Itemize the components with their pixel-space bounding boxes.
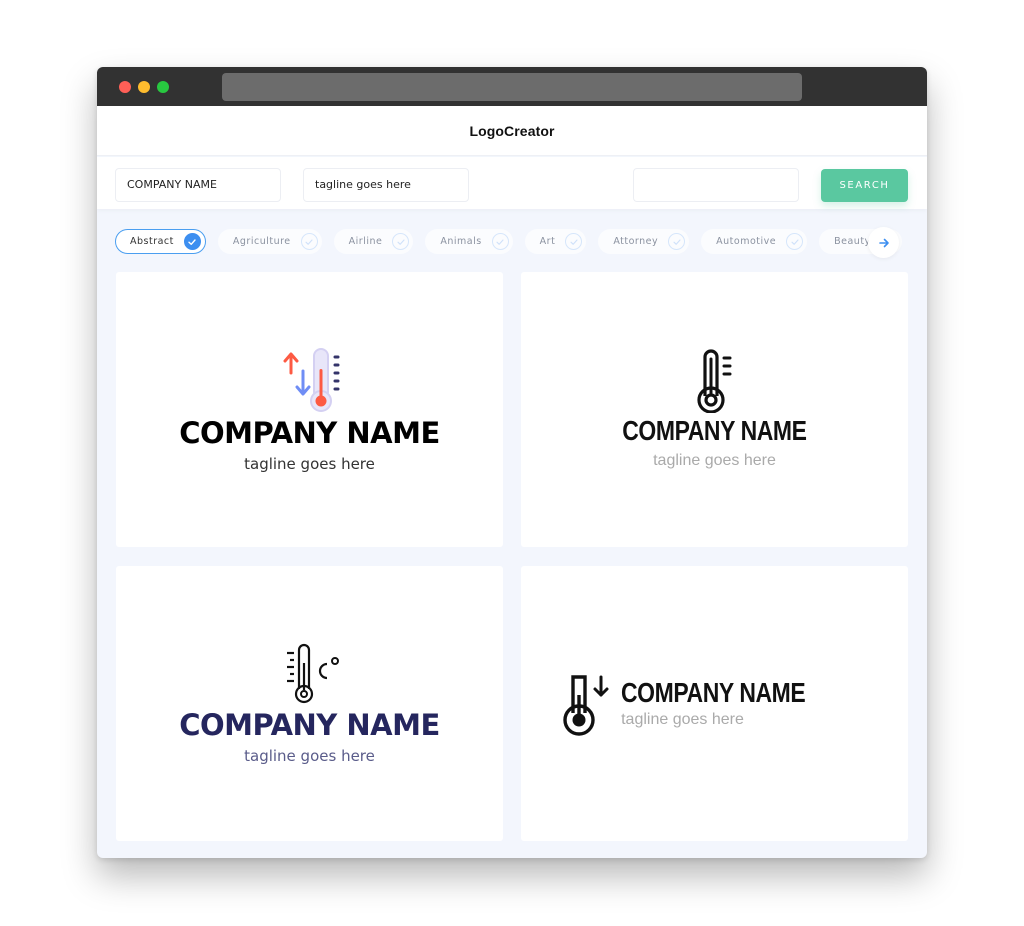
logo-tagline: tagline goes here xyxy=(244,454,375,473)
company-name-input[interactable]: COMPANY NAME xyxy=(115,168,281,202)
logo-company-name: COMPANY NAME xyxy=(621,676,806,708)
category-label: Beauty xyxy=(834,236,871,247)
category-chip-animals[interactable]: Animals xyxy=(425,229,513,254)
category-chip-airline[interactable]: Airline xyxy=(333,229,414,254)
category-chip-attorney[interactable]: Attorney xyxy=(598,229,690,254)
check-icon xyxy=(786,233,804,250)
category-filter-list: Abstract Agriculture Airline Animals Art… xyxy=(115,229,915,254)
logo-text: COMPANY NAME tagline goes here xyxy=(621,676,846,729)
thermometer-celsius-icon xyxy=(286,643,339,703)
category-label: Animals xyxy=(440,236,482,247)
search-bar: COMPANY NAME tagline goes here SEARCH xyxy=(97,157,927,209)
category-chip-automotive[interactable]: Automotive xyxy=(701,229,808,254)
thermometer-outline-icon xyxy=(696,349,731,413)
category-chip-agriculture[interactable]: Agriculture xyxy=(217,229,322,254)
check-icon xyxy=(565,233,583,250)
thermometer-down-icon xyxy=(563,674,609,736)
next-categories-button[interactable] xyxy=(868,227,899,258)
browser-window: LogoCreator COMPANY NAME tagline goes he… xyxy=(97,67,927,858)
close-window-button[interactable] xyxy=(119,81,131,93)
category-label: Agriculture xyxy=(232,236,291,247)
search-button[interactable]: SEARCH xyxy=(821,169,908,202)
logo-tagline: tagline goes here xyxy=(244,746,375,765)
check-icon xyxy=(183,233,201,250)
title-bar xyxy=(97,67,927,106)
arrow-right-icon xyxy=(878,238,889,247)
maximize-window-button[interactable] xyxy=(157,81,169,93)
category-label: Airline xyxy=(348,236,383,247)
logo-lockup: COMPANY NAME tagline goes here xyxy=(561,671,846,737)
logo-company-name: COMPANY NAME xyxy=(179,415,440,450)
check-icon xyxy=(491,233,509,250)
keyword-search-input[interactable] xyxy=(633,168,799,202)
app-title: LogoCreator xyxy=(469,122,555,139)
logo-card[interactable]: COMPANY NAME tagline goes here xyxy=(116,566,503,841)
check-icon xyxy=(300,233,318,250)
category-label: Automotive xyxy=(716,236,777,247)
logo-card[interactable]: COMPANY NAME tagline goes here xyxy=(521,272,908,547)
logo-tagline: tagline goes here xyxy=(621,710,744,728)
check-icon xyxy=(668,233,686,250)
category-label: Attorney xyxy=(613,236,659,247)
logo-card[interactable]: COMPANY NAME tagline goes here xyxy=(521,566,908,841)
logo-tagline: tagline goes here xyxy=(653,452,776,469)
minimize-window-button[interactable] xyxy=(138,81,150,93)
logo-card[interactable]: COMPANY NAME tagline goes here xyxy=(116,272,503,547)
logo-company-name: COMPANY NAME xyxy=(622,415,807,446)
category-label: Art xyxy=(539,236,556,247)
app-header: LogoCreator xyxy=(97,106,927,156)
address-bar[interactable] xyxy=(222,73,802,101)
logo-company-name: COMPANY NAME xyxy=(179,707,440,742)
check-icon xyxy=(392,233,410,250)
thermometer-arrows-icon xyxy=(283,347,339,412)
category-chip-abstract[interactable]: Abstract xyxy=(115,229,206,254)
tagline-input[interactable]: tagline goes here xyxy=(303,168,469,202)
category-chip-art[interactable]: Art xyxy=(524,229,587,254)
category-label: Abstract xyxy=(130,236,174,247)
